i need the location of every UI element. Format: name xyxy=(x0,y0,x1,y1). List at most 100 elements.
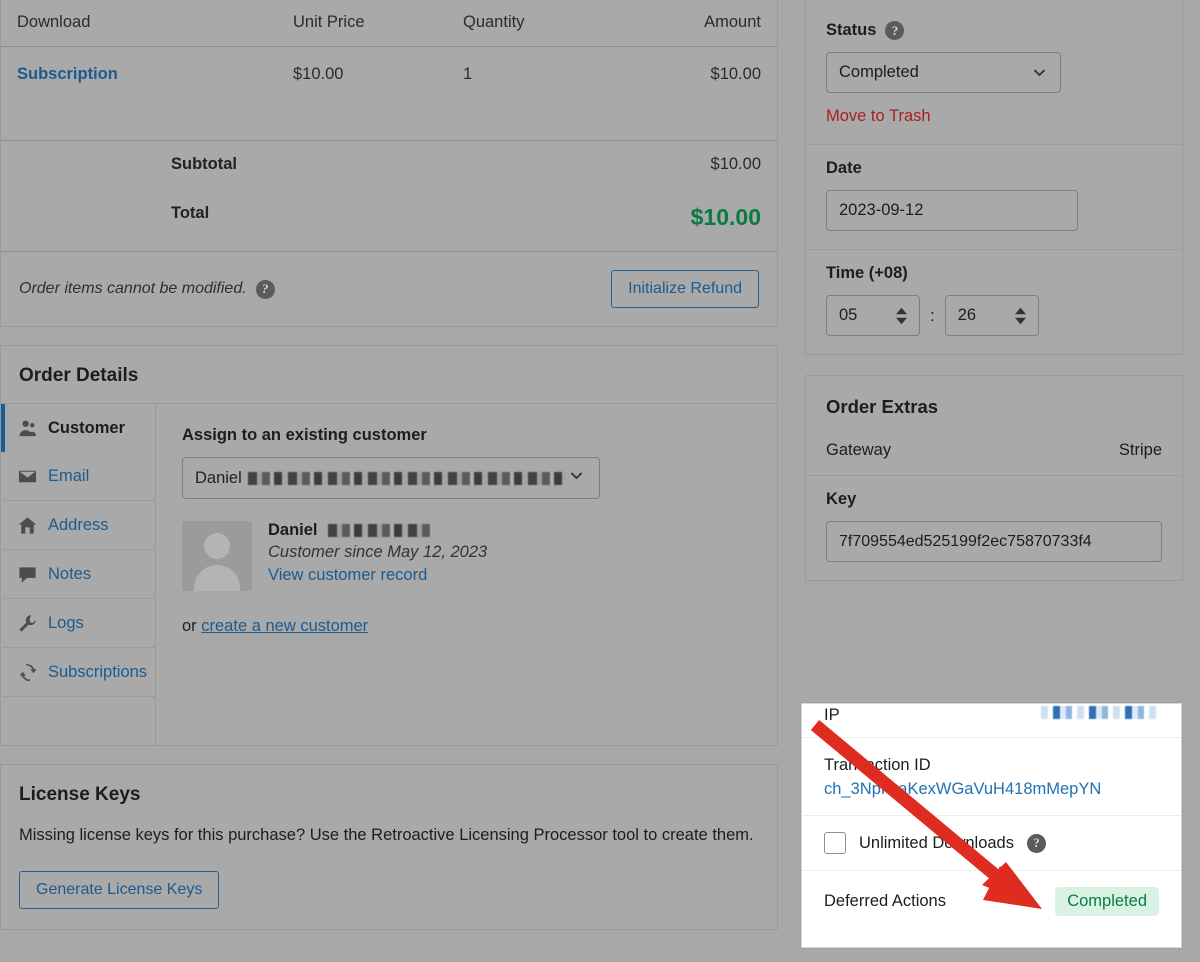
or-prefix: or xyxy=(182,617,201,635)
time-label: Time (+08) xyxy=(826,264,1162,283)
sidebar-item-label: Address xyxy=(48,516,109,535)
key-label: Key xyxy=(826,490,1162,509)
comment-icon xyxy=(17,564,37,584)
customer-select[interactable]: Daniel xyxy=(182,457,600,499)
key-section: Key 7f709554ed525199f2ec75870733f4 xyxy=(806,476,1182,580)
redacted-ip-value xyxy=(1041,706,1159,719)
order-details-body: Customer Email Address xyxy=(1,403,777,745)
right-column: Order Attributes Status ? Completed Move… xyxy=(805,0,1183,601)
status-select-value: Completed xyxy=(839,63,919,82)
status-select[interactable]: Completed xyxy=(826,52,1061,93)
hour-value: 05 xyxy=(839,306,857,325)
gateway-label: Gateway xyxy=(826,441,891,460)
initialize-refund-button[interactable]: Initialize Refund xyxy=(611,270,759,308)
order-extras-popup: IP Transaction ID ch_3NpHraKexWGaVuH418m… xyxy=(801,703,1182,948)
user-icon xyxy=(17,418,37,438)
deferred-actions-row: Deferred Actions Completed xyxy=(802,871,1181,932)
order-details-content: Assign to an existing customer Daniel Da… xyxy=(156,403,777,745)
redacted-customer-detail xyxy=(248,472,566,485)
date-section: Date 2023-09-12 xyxy=(806,145,1182,250)
subtotal-label: Subtotal xyxy=(1,141,617,188)
status-label-row: Status ? xyxy=(826,21,1162,40)
time-row: 05 : 26 xyxy=(826,295,1162,336)
transaction-id-link[interactable]: ch_3NpHraKexWGaVuH418mMepYN xyxy=(824,780,1159,799)
status-section: Status ? Completed Move to Trash xyxy=(806,7,1182,145)
unlimited-downloads-label: Unlimited Downloads xyxy=(859,834,1014,853)
unlimited-downloads-checkbox[interactable] xyxy=(824,832,846,854)
column-header-unit-price: Unit Price xyxy=(277,0,447,47)
help-icon[interactable]: ? xyxy=(256,280,275,299)
sidebar-item-label: Subscriptions xyxy=(48,663,147,682)
total-value: $10.00 xyxy=(617,188,777,251)
time-section: Time (+08) 05 : 26 xyxy=(806,250,1182,354)
license-keys-panel: License Keys Missing license keys for th… xyxy=(0,764,778,930)
license-keys-title: License Keys xyxy=(1,765,777,822)
status-badge: Completed xyxy=(1055,887,1159,916)
subtotal-value: $10.00 xyxy=(617,141,777,188)
sidebar-item-label: Customer xyxy=(48,419,125,438)
gateway-row: Gateway Stripe xyxy=(806,426,1182,476)
help-icon[interactable]: ? xyxy=(885,21,904,40)
order-attributes-panel: Order Attributes Status ? Completed Move… xyxy=(805,0,1183,355)
sidebar-item-address[interactable]: Address xyxy=(1,501,155,550)
gateway-value: Stripe xyxy=(1119,441,1162,460)
sidebar-item-label: Email xyxy=(48,467,89,486)
sidebar-item-subscriptions[interactable]: Subscriptions xyxy=(1,648,155,697)
customer-name-row: Daniel xyxy=(268,521,487,540)
minute-stepper[interactable]: 26 xyxy=(945,295,1039,336)
order-items-thead: Download Unit Price Quantity Amount xyxy=(1,0,777,47)
date-input[interactable]: 2023-09-12 xyxy=(826,190,1078,231)
stepper-arrows-icon[interactable] xyxy=(1015,307,1026,324)
cell-amount: $10.00 xyxy=(617,47,777,141)
customer-card-info: Daniel Customer since May 12, 2023 View … xyxy=(268,521,487,591)
order-details-tabs: Customer Email Address xyxy=(1,403,156,745)
sidebar-item-label: Notes xyxy=(48,565,91,584)
screen-root: Download Unit Price Quantity Amount Subs… xyxy=(0,0,1200,962)
sidebar-item-notes[interactable]: Notes xyxy=(1,550,155,599)
order-items-note: Order items cannot be modified. ? xyxy=(19,280,275,299)
customer-card: Daniel Customer since May 12, 2023 View … xyxy=(182,521,751,591)
key-input[interactable]: 7f709554ed525199f2ec75870733f4 xyxy=(826,521,1162,562)
order-items-note-text: Order items cannot be modified. xyxy=(19,280,247,298)
table-row: Subscription $10.00 1 $10.00 xyxy=(1,47,777,141)
sidebar-item-customer[interactable]: Customer xyxy=(1,404,155,452)
order-details-title: Order Details xyxy=(1,346,777,403)
order-items-header-row: Download Unit Price Quantity Amount xyxy=(1,0,777,47)
sidebar-item-logs[interactable]: Logs xyxy=(1,599,155,648)
cell-quantity: 1 xyxy=(447,47,617,141)
sidebar-item-label: Logs xyxy=(48,614,84,633)
tabs-filler xyxy=(1,697,155,745)
customer-name: Daniel xyxy=(268,521,318,539)
move-to-trash-link[interactable]: Move to Trash xyxy=(826,107,1162,126)
order-items-footer: Order items cannot be modified. ? Initia… xyxy=(1,251,777,326)
create-new-customer-link[interactable]: create a new customer xyxy=(201,617,368,635)
help-icon[interactable]: ? xyxy=(1027,834,1046,853)
assign-customer-label: Assign to an existing customer xyxy=(182,426,751,445)
license-keys-body: Missing license keys for this purchase? … xyxy=(1,822,777,929)
sync-icon xyxy=(17,662,37,682)
column-header-download: Download xyxy=(1,0,277,47)
stepper-arrows-icon[interactable] xyxy=(896,307,907,324)
avatar xyxy=(182,521,252,591)
wrench-icon xyxy=(17,613,37,633)
order-items-panel: Download Unit Price Quantity Amount Subs… xyxy=(0,0,778,327)
download-link[interactable]: Subscription xyxy=(17,65,118,83)
status-label: Status xyxy=(826,21,876,40)
redacted-customer-lastname xyxy=(328,524,432,537)
cell-unit-price: $10.00 xyxy=(277,47,447,141)
subtotal-row: Subtotal $10.00 xyxy=(1,141,777,188)
view-customer-record-link[interactable]: View customer record xyxy=(268,566,487,585)
hour-stepper[interactable]: 05 xyxy=(826,295,920,336)
generate-license-keys-button[interactable]: Generate License Keys xyxy=(19,871,219,909)
envelope-icon xyxy=(17,466,37,486)
customer-since: Customer since May 12, 2023 xyxy=(268,543,487,562)
unlimited-downloads-row: Unlimited Downloads ? xyxy=(802,816,1181,871)
deferred-actions-label: Deferred Actions xyxy=(824,892,946,911)
left-column: Download Unit Price Quantity Amount Subs… xyxy=(0,0,778,948)
sidebar-item-email[interactable]: Email xyxy=(1,452,155,501)
order-items-tbody: Subscription $10.00 1 $10.00 Subtotal $1… xyxy=(1,47,777,252)
column-header-quantity: Quantity xyxy=(447,0,617,47)
minute-value: 26 xyxy=(958,306,976,325)
order-details-panel: Order Details Customer Email xyxy=(0,345,778,746)
customer-select-value: Daniel xyxy=(195,469,242,488)
